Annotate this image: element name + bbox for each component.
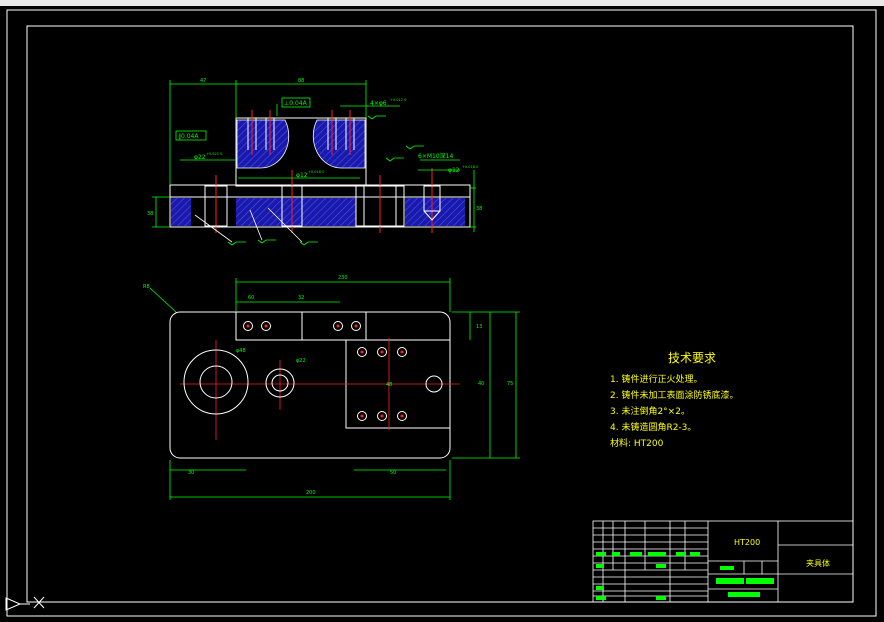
plan-outline [169, 311, 451, 459]
plan-dim-230: 230 [338, 275, 348, 281]
dim-right-height: 38 [476, 206, 482, 212]
dim-fit-mid: φ12 [296, 172, 308, 179]
ucs-icon [5, 596, 45, 611]
front-section-view: 47 88 38 38 4×φ6 +0.012 0 φ12 +0.018 0 6… [147, 78, 482, 246]
sheet-outer-border [6, 9, 877, 617]
plan-dim-32: 32 [298, 295, 304, 301]
title-block-part-name: 夹具体 [806, 558, 830, 568]
hatch-left [171, 198, 191, 226]
plan-dim-phi22: φ22 [296, 358, 306, 364]
dim-fit-right: φ12 [448, 167, 460, 174]
tech-item-3: 3. 未注倒角2°×2。 [610, 405, 690, 417]
plan-dim-75: 75 [507, 381, 513, 387]
dim-fit-left: φ22 [194, 154, 206, 161]
tech-material: 材料: HT200 [610, 437, 664, 449]
hatch-pocket-left [236, 119, 290, 169]
dim-fit-mid-tol: +0.018 0 [308, 170, 324, 174]
dim-top-88: 88 [298, 78, 304, 84]
cad-drawing-canvas[interactable]: 47 88 38 38 4×φ6 +0.012 0 φ12 +0.018 0 6… [0, 0, 884, 622]
dim-fit-right-tol: +0.018 0 [462, 165, 478, 169]
plan-dim-13: 13 [476, 324, 482, 330]
plan-dim-48: 48 [386, 382, 392, 388]
plan-dim-200: 200 [306, 490, 316, 496]
tech-title: 技术要求 [668, 351, 716, 365]
title-block-material: HT200 [734, 538, 760, 547]
dim-fit-top: 4×φ6 [370, 100, 387, 107]
dim-top-47: 47 [200, 78, 206, 84]
plan-dim-60: 60 [248, 295, 254, 301]
dim-thread: 6×M10深14 [418, 152, 453, 160]
tol-frame-b-text: ∥0.04A [178, 133, 199, 140]
tol-frame-a-text: ⊥0.04A [284, 100, 308, 107]
hatch-right [405, 198, 465, 226]
dim-fit-top-tol: +0.012 0 [390, 98, 406, 102]
dim-fit-left-tol: +0.021 0 [206, 152, 222, 156]
dim-left-height: 38 [147, 211, 153, 217]
plan-dim-30: 30 [188, 470, 194, 476]
plan-top-slot [235, 311, 367, 341]
plan-dim-40: 40 [478, 381, 484, 387]
plan-dim-r: R8 [143, 284, 150, 290]
tech-item-1: 1. 铸件进行正火处理。 [610, 373, 702, 385]
hatch-pocket-right [312, 119, 366, 169]
tech-item-2: 2. 铸件未加工表面涂防锈底漆。 [610, 389, 738, 401]
hatch-mid [236, 198, 356, 226]
sheet-inner-border [26, 25, 854, 603]
plan-dim-50: 50 [390, 470, 396, 476]
plan-view: 230 60 32 200 30 13 40 75 48 50 φ48 φ22 … [143, 275, 520, 500]
tech-item-4: 4. 未铸造圆角R2-3。 [610, 421, 696, 433]
plan-dim-phi48: φ48 [236, 348, 246, 354]
technical-requirements: 技术要求 1. 铸件进行正火处理。 2. 铸件未加工表面涂防锈底漆。 3. 未注… [610, 351, 738, 449]
